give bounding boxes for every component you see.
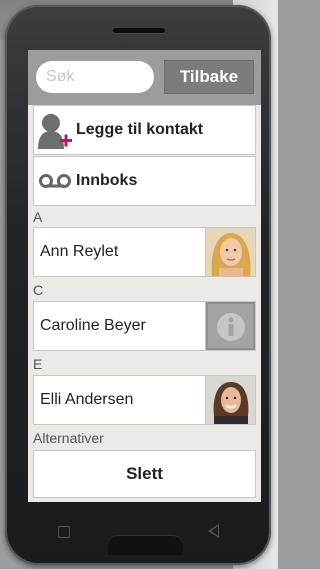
contact-ann-reylet[interactable]: Ann Reylet	[33, 227, 256, 277]
contact-name: Elli Andersen	[40, 391, 134, 408]
voicemail-icon	[34, 173, 76, 189]
inbox-button[interactable]: Innboks	[33, 156, 256, 206]
add-contact-icon	[34, 111, 76, 149]
avatar	[205, 376, 255, 424]
delete-button[interactable]: Slett	[33, 450, 256, 498]
contact-caroline-beyer[interactable]: Caroline Beyer	[33, 301, 256, 351]
contact-name: Caroline Beyer	[40, 317, 146, 334]
navigation-bar	[28, 512, 261, 555]
back-nav-icon[interactable]	[208, 524, 219, 538]
phone-screen: Søk Tilbake Legge til kontakt Innboks A …	[28, 50, 261, 502]
section-header: A	[33, 209, 43, 225]
add-contact-button[interactable]: Legge til kontakt	[33, 105, 256, 155]
inbox-label: Innboks	[76, 172, 138, 189]
earpiece	[113, 28, 165, 33]
contact-name: Ann Reylet	[40, 243, 119, 260]
section-header: C	[33, 282, 44, 298]
options-header: Alternativer	[33, 430, 104, 446]
search-input[interactable]: Søk	[36, 61, 154, 93]
section-header: E	[33, 356, 43, 372]
contact-elli-andersen[interactable]: Elli Andersen	[33, 375, 256, 425]
back-button[interactable]: Tilbake	[164, 60, 254, 94]
avatar	[205, 228, 255, 276]
add-contact-label: Legge til kontakt	[76, 121, 204, 138]
search-bar: Søk Tilbake	[28, 50, 261, 105]
home-button[interactable]	[108, 535, 183, 555]
info-placeholder-icon	[205, 302, 255, 350]
recent-apps-icon[interactable]	[58, 526, 70, 538]
